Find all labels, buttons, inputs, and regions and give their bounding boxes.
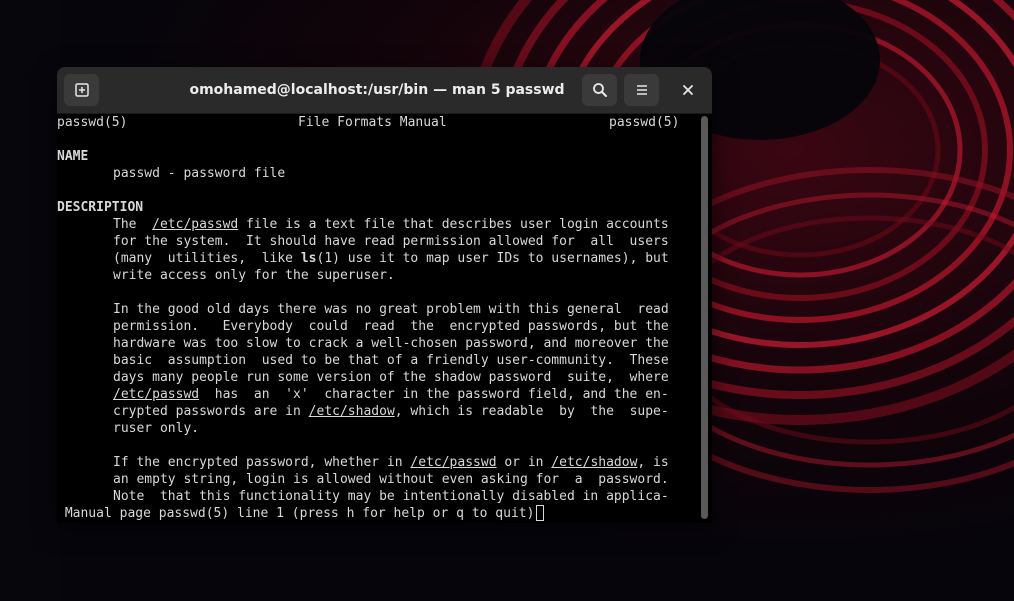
search-icon [592,83,607,97]
desc-line: Note that this functionality may be inte… [113,489,669,504]
desc-line: basic assumption used to be that of a fr… [113,353,669,368]
menu-button[interactable] [624,74,659,106]
desc-line: an empty string, login is allowed withou… [113,472,669,487]
search-button[interactable] [582,74,617,106]
desc-line: for the system. It should have read perm… [113,234,669,249]
desc-line: In the good old days there was no great … [113,302,669,317]
desc-line: write access only for the superuser. [113,268,395,283]
desc-line: crypted passwords are in /etc/shadow, wh… [113,404,669,419]
man-header-left: passwd(5) [57,115,128,130]
close-icon [683,85,693,95]
desc-line: The /etc/passwd file is a text file that… [113,217,669,232]
new-tab-button[interactable] [64,74,99,106]
man-header-center: File Formats Manual [298,115,447,130]
man-header-right: passwd(5) [609,115,680,130]
hamburger-menu-icon [636,85,647,95]
name-line: passwd - password file [113,166,286,181]
new-tab-icon [74,83,89,97]
scrollbar[interactable] [697,114,712,523]
terminal-window: omohamed@localhost:/usr/bin — man 5 pass… [57,67,712,523]
section-heading-name: NAME [57,149,89,164]
desc-line: If the encrypted password, whether in /e… [113,455,669,470]
window-title: omohamed@localhost:/usr/bin — man 5 pass… [189,82,565,98]
desc-line: permission. Everybody could read the enc… [113,319,669,334]
header-bar: omohamed@localhost:/usr/bin — man 5 pass… [57,67,712,114]
desc-line: days many people run some version of the… [113,370,669,385]
pager-status-line: Manual page passwd(5) line 1 (press h fo… [57,504,545,522]
desc-line: hardware was too slow to crack a well-ch… [113,336,669,351]
scrollbar-thumb[interactable] [701,116,708,519]
desc-line: (many utilities, like ls(1) use it to ma… [113,251,669,266]
desc-line: /etc/passwd has an 'x' character in the … [113,387,669,402]
desc-line: ruser only. [113,421,200,436]
pager-status-text: Manual page passwd(5) line 1 (press h fo… [57,506,535,521]
close-button[interactable] [671,74,705,106]
text-cursor [536,504,545,521]
terminal-content[interactable]: passwd(5) File Formats Manual passwd(5) … [57,114,697,523]
section-heading-description: DESCRIPTION [57,200,144,215]
